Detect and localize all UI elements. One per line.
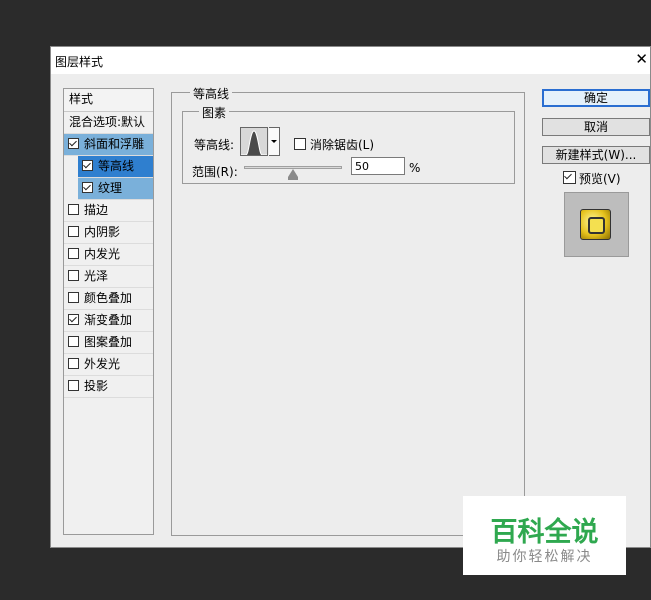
checkbox-gradient-overlay[interactable] [68, 314, 79, 325]
style-list-header: 样式 [64, 89, 153, 112]
checkbox-stroke[interactable] [68, 204, 79, 215]
range-slider-thumb[interactable] [288, 169, 298, 180]
checkbox-inner-shadow[interactable] [68, 226, 79, 237]
blend-options-item[interactable]: 混合选项:默认 [64, 112, 153, 134]
checkbox-inner-glow[interactable] [68, 248, 79, 259]
list-item-label: 内发光 [84, 247, 121, 261]
list-item-pattern-overlay[interactable]: 图案叠加 [64, 332, 153, 354]
new-style-button[interactable]: 新建样式(W)... [542, 146, 650, 164]
elements-group: 图素 等高线: 消除锯齿(L) 范围(R): % [182, 104, 515, 184]
checkbox-contour[interactable] [82, 160, 93, 171]
title-bar: 图层样式 ✕ [51, 47, 650, 74]
style-preview [564, 192, 629, 257]
list-item-stroke[interactable]: 描边 [64, 200, 153, 222]
checkbox-outer-glow[interactable] [68, 358, 79, 369]
watermark-title: 百科全说 [490, 517, 599, 548]
list-item-label: 光泽 [84, 269, 109, 283]
list-item-satin[interactable]: 光泽 [64, 266, 153, 288]
antialias-label: 消除锯齿(L) [310, 138, 375, 152]
list-item-label: 纹理 [98, 181, 123, 195]
checkbox-drop-shadow[interactable] [68, 380, 79, 391]
contour-label: 等高线: [194, 138, 235, 152]
preview-checkbox[interactable]: 预览(V) [563, 170, 621, 187]
range-input[interactable] [351, 157, 405, 175]
list-item-label: 外发光 [84, 357, 121, 371]
elements-group-title: 图素 [199, 104, 230, 121]
preview-label: 预览(V) [579, 172, 621, 186]
contour-curve-icon [241, 128, 267, 155]
list-item-label: 内阴影 [84, 225, 121, 239]
cancel-button[interactable]: 取消 [542, 118, 650, 136]
layer-style-dialog: 图层样式 ✕ 样式 混合选项:默认 斜面和浮雕 等高线 纹理 描边 内阴影 内发… [50, 46, 651, 548]
close-icon[interactable]: ✕ [635, 50, 648, 68]
watermark: 百科全说 助你轻松解决 [463, 496, 626, 575]
list-item-label: 斜面和浮雕 [84, 137, 145, 151]
list-item-inner-glow[interactable]: 内发光 [64, 244, 153, 266]
checkbox-pattern-overlay[interactable] [68, 336, 79, 347]
ok-button[interactable]: 确定 [542, 89, 650, 107]
range-unit: % [409, 161, 421, 175]
list-item-label: 渐变叠加 [84, 313, 133, 327]
list-item-label: 投影 [84, 379, 109, 393]
preview-checkbox-box[interactable] [563, 171, 576, 184]
list-item-contour[interactable]: 等高线 [78, 156, 153, 178]
contour-group-title: 等高线 [190, 85, 233, 102]
antialias-checkbox[interactable]: 消除锯齿(L) [294, 136, 374, 153]
list-item-label: 等高线 [98, 159, 135, 173]
list-item-outer-glow[interactable]: 外发光 [64, 354, 153, 376]
list-item-label: 颜色叠加 [84, 291, 133, 305]
checkbox-color-overlay[interactable] [68, 292, 79, 303]
watermark-subtitle: 助你轻松解决 [496, 549, 593, 565]
preview-swatch-icon [580, 209, 611, 240]
range-label: 范围(R): [192, 165, 238, 179]
list-item-color-overlay[interactable]: 颜色叠加 [64, 288, 153, 310]
antialias-checkbox-box[interactable] [294, 138, 306, 150]
contour-dropdown-button[interactable] [269, 127, 280, 156]
list-item-gradient-overlay[interactable]: 渐变叠加 [64, 310, 153, 332]
contour-group: 等高线 图素 等高线: 消除锯齿(L) 范围(R): % [171, 85, 525, 536]
dialog-title: 图层样式 [55, 55, 104, 69]
style-list: 样式 混合选项:默认 斜面和浮雕 等高线 纹理 描边 内阴影 内发光 光泽 颜色… [63, 88, 154, 535]
checkbox-bevel-emboss[interactable] [68, 138, 79, 149]
list-item-drop-shadow[interactable]: 投影 [64, 376, 153, 398]
list-item-label: 图案叠加 [84, 335, 133, 349]
checkbox-satin[interactable] [68, 270, 79, 281]
contour-picker[interactable] [240, 127, 268, 156]
list-item-inner-shadow[interactable]: 内阴影 [64, 222, 153, 244]
checkbox-texture[interactable] [82, 182, 93, 193]
list-item-bevel-emboss[interactable]: 斜面和浮雕 [64, 134, 153, 156]
list-item-label: 描边 [84, 203, 109, 217]
list-item-texture[interactable]: 纹理 [78, 178, 153, 200]
